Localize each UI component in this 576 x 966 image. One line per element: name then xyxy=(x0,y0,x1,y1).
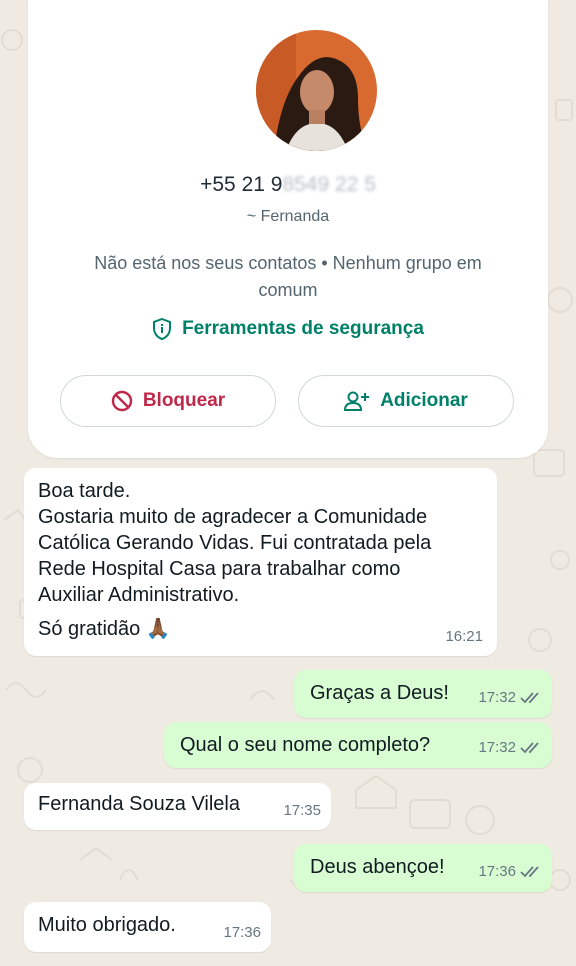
shield-icon xyxy=(153,318,172,340)
contact-pushname: ~ Fernanda xyxy=(246,208,330,225)
message-time: 16:21 xyxy=(445,628,483,645)
message-time: 17:36 xyxy=(478,863,516,880)
message-line: Rede Hospital Casa para trabalhar como xyxy=(38,558,401,580)
contact-avatar[interactable] xyxy=(256,30,377,151)
message-text: Deus abençoe! xyxy=(310,856,445,878)
safety-tools-link[interactable]: Ferramentas de segurança xyxy=(28,318,548,340)
contact-phone-number: +55 21 98549 22 5 xyxy=(28,173,548,197)
add-person-icon xyxy=(344,391,370,411)
add-contact-button[interactable]: Adicionar xyxy=(298,375,514,427)
phone-redacted-part: 8549 22 5 xyxy=(282,173,376,196)
double-check-icon xyxy=(520,866,539,878)
message-time: 17:35 xyxy=(283,802,321,819)
message-time: 17:32 xyxy=(478,739,516,756)
message-line: Gostaria muito de agradecer a Comunidade xyxy=(38,506,428,528)
message-line: Boa tarde. xyxy=(38,480,131,502)
message-time: 17:36 xyxy=(223,924,261,941)
contact-status-text: Não está nos seus contatos • Nenhum grup… xyxy=(94,253,482,300)
double-check-icon xyxy=(520,742,539,754)
block-icon xyxy=(111,390,133,412)
message-meta: 17:32 xyxy=(478,685,542,711)
message-text: Fernanda Souza Vilela xyxy=(38,793,240,815)
message-bubble-outgoing[interactable]: Qual o seu nome completo? 17:32 xyxy=(164,722,552,768)
message-bubble-outgoing[interactable]: Graças a Deus! 17:32 xyxy=(294,670,552,718)
message-meta: 17:36 xyxy=(478,859,542,885)
contact-info-card: +55 21 98549 22 5 ~ Fernanda Não está no… xyxy=(28,0,548,458)
add-label: Adicionar xyxy=(380,390,468,411)
message-text: Graças a Deus! xyxy=(310,682,449,704)
safety-tools-label: Ferramentas de segurança xyxy=(182,318,424,339)
message-line: Católica Gerando Vidas. Fui contratada p… xyxy=(38,532,432,554)
message-text: Qual o seu nome completo? xyxy=(180,734,431,756)
avatar-photo xyxy=(256,30,377,151)
phone-visible-part: +55 21 9 xyxy=(200,173,283,196)
block-label: Bloquear xyxy=(142,390,226,411)
message-bubble-incoming[interactable]: Muito obrigado. 17:36 xyxy=(24,902,271,952)
message-bubble-outgoing[interactable]: Deus abençoe! 17:36 xyxy=(294,844,552,892)
double-check-icon xyxy=(520,692,539,704)
message-line: Auxiliar Administrativo. xyxy=(38,584,240,606)
message-bubble-incoming[interactable]: Fernanda Souza Vilela 17:35 xyxy=(24,783,331,830)
message-line: Só gratidão 🙏🏾 xyxy=(38,618,171,640)
message-bubble-incoming[interactable]: Boa tarde. Gostaria muito de agradecer a… xyxy=(24,468,497,656)
message-time: 17:32 xyxy=(478,689,516,706)
block-button[interactable]: Bloquear xyxy=(60,375,276,427)
message-meta: 17:32 xyxy=(478,735,542,761)
message-text: Muito obrigado. xyxy=(38,914,176,936)
